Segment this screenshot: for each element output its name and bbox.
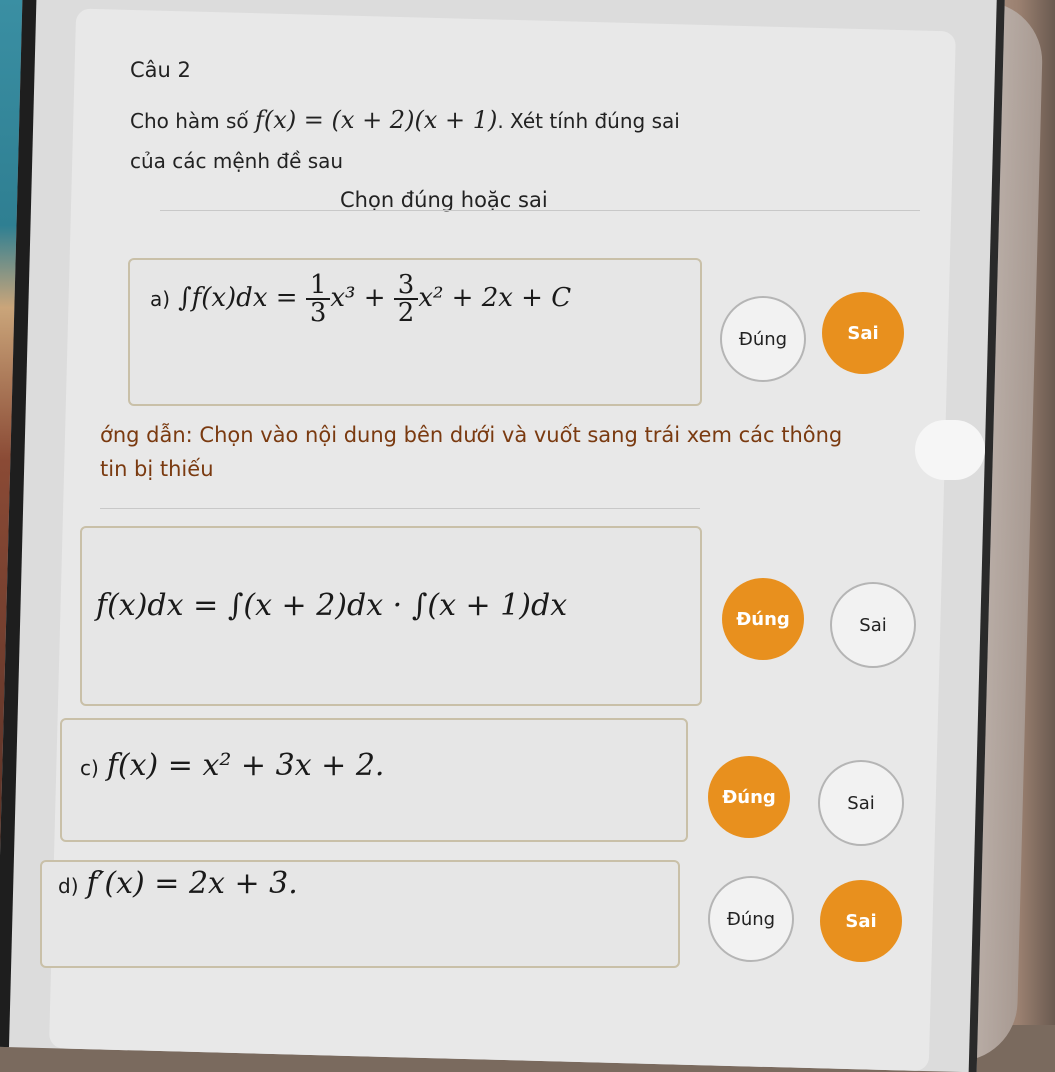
statement-c-true-button[interactable]: Đúng	[708, 756, 790, 838]
statement-d-formula[interactable]: d) f′(x) = 2x + 3.	[58, 866, 298, 901]
fraction-2: 32	[393, 272, 419, 328]
statement-b-formula[interactable]: f(x)dx = ∫(x + 2)dx · ∫(x + 1)dx	[96, 588, 567, 623]
divider	[100, 508, 700, 509]
question-number: Câu 2	[130, 58, 191, 82]
statement-c-text: f(x) = x² + 3x + 2.	[106, 748, 385, 783]
function-formula: f(x) = (x + 2)(x + 1)	[255, 106, 498, 134]
formula-left: ∫f(x)dx =	[178, 283, 298, 313]
statement-a-formula[interactable]: a) ∫f(x)dx = 1 3 x³ + 3 2 x² + 2x + C	[150, 272, 571, 326]
statement-a-false-button[interactable]: Sai	[822, 292, 904, 374]
fraction-1: 13	[305, 272, 331, 328]
statement-c-formula[interactable]: c) f(x) = x² + 3x + 2.	[80, 748, 384, 783]
frac2-den: 2	[397, 298, 415, 328]
term-1: x³ +	[330, 283, 386, 313]
term-2: x² + 2x + C	[418, 283, 572, 313]
answer-mode-label: Chọn đúng hoặc sai	[340, 188, 548, 212]
statement-d-false-button[interactable]: Sai	[820, 880, 902, 962]
statement-c-label: c)	[80, 756, 99, 780]
swipe-handle[interactable]	[915, 420, 985, 480]
statement-a-label: a)	[150, 287, 171, 311]
statement-d-text: f′(x) = 2x + 3.	[86, 866, 298, 901]
statement-d-true-button[interactable]: Đúng	[708, 876, 794, 962]
question-text: Cho hàm số f(x) = (x + 2)(x + 1). Xét tí…	[130, 100, 690, 181]
statement-b-true-button[interactable]: Đúng	[722, 578, 804, 660]
statement-d-label: d)	[58, 874, 79, 898]
swipe-hint: ớng dẫn: Chọn vào nội dung bên dưới và v…	[100, 423, 843, 481]
frac1-den: 3	[309, 298, 327, 328]
frac1-num: 1	[305, 272, 331, 300]
statement-a-true-button[interactable]: Đúng	[720, 296, 806, 382]
divider	[160, 210, 920, 211]
statement-c-false-button[interactable]: Sai	[818, 760, 904, 846]
statement-b-false-button[interactable]: Sai	[830, 582, 916, 668]
question-prefix: Cho hàm số	[130, 109, 249, 133]
frac2-num: 3	[393, 272, 419, 300]
